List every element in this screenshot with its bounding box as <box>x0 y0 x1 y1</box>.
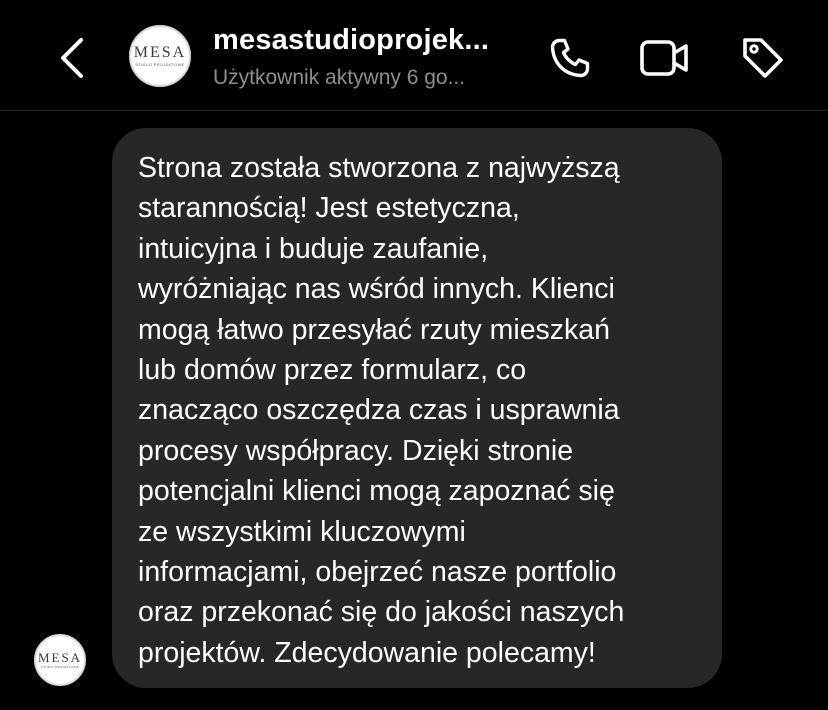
chevron-left-icon <box>61 38 83 78</box>
avatar-logo-subtitle: STUDIO PROJEKTOWE <box>40 665 80 669</box>
sender-avatar[interactable]: MESA STUDIO PROJEKTOWE <box>34 634 86 686</box>
phone-icon <box>550 38 590 78</box>
contact-name[interactable]: mesastudioprojek... <box>213 24 489 57</box>
chat-header: MESA STUDIO PROJEKTOWE mesastudioprojek.… <box>0 0 828 111</box>
message-text: Strona została stworzona z najwyższą sta… <box>138 152 625 669</box>
video-camera-icon <box>640 40 688 76</box>
contact-avatar[interactable]: MESA STUDIO PROJEKTOWE <box>129 25 191 87</box>
call-button[interactable] <box>544 32 596 84</box>
avatar-logo-text: MESA <box>37 650 83 665</box>
back-button[interactable] <box>50 30 94 86</box>
video-call-button[interactable] <box>639 32 691 84</box>
tag-icon <box>743 38 783 78</box>
contact-status: Użytkownik aktywny 6 go... <box>213 66 466 89</box>
tag-button[interactable] <box>737 32 789 84</box>
avatar-logo-subtitle: STUDIO PROJEKTOWE <box>135 62 185 67</box>
avatar-logo-text: MESA <box>133 44 187 61</box>
message-bubble[interactable]: Strona została stworzona z najwyższą sta… <box>112 128 722 688</box>
